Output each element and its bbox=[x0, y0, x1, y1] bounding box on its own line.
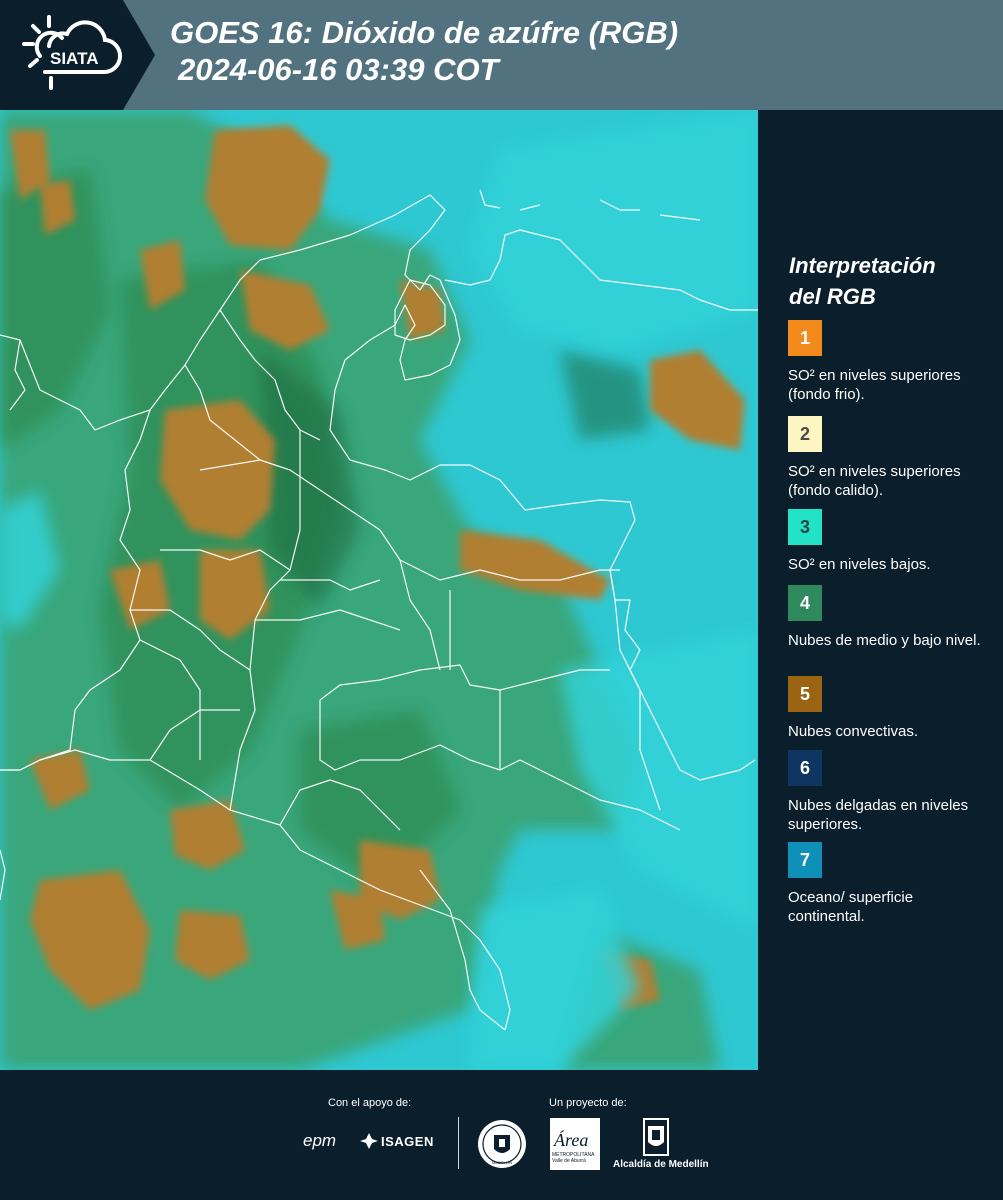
alcaldia-icon bbox=[643, 1118, 669, 1163]
legend-item-2: 2 SO² en niveles superiores (fondo calid… bbox=[788, 416, 993, 504]
isagen-icon bbox=[360, 1133, 378, 1154]
legend-label-7: Oceano/ superficie continental. bbox=[788, 889, 914, 925]
legend-swatch-5: 5 bbox=[788, 676, 822, 712]
legend-swatch-3: 3 bbox=[788, 509, 822, 545]
legend-label-6: Nubes delgadas en niveles superiores. bbox=[788, 797, 969, 833]
legend-label-2: SO² en niveles superiores (fondo calido)… bbox=[788, 463, 961, 499]
legend-swatch-1: 1 bbox=[788, 320, 822, 356]
legend-item-3: 3 SO² en niveles bajos. bbox=[788, 509, 993, 574]
legend-label-5: Nubes convectivas. bbox=[788, 723, 919, 740]
legend-swatch-7: 7 bbox=[788, 842, 822, 878]
logo-wordmark: SIATA bbox=[50, 49, 98, 68]
seal-text: MEDELLÍN bbox=[492, 1160, 512, 1165]
legend-swatch-4: 4 bbox=[788, 585, 822, 621]
page-title: GOES 16: Dióxido de azúfre (RGB) 2024-06… bbox=[170, 14, 678, 88]
footer-bar: Con el apoyo de: Un proyecto de: epm ISA… bbox=[0, 1070, 1003, 1200]
legend-item-5: 5 Nubes convectivas. bbox=[788, 676, 993, 741]
legend-title: Interpretación del RGB bbox=[789, 250, 989, 312]
legend-label-4: Nubes de medio y bajo nivel. bbox=[788, 632, 981, 649]
legend-swatch-2: 2 bbox=[788, 416, 822, 452]
title-product: GOES 16: Dióxido de azúfre (RGB) bbox=[170, 15, 679, 50]
legend-item-4: 4 Nubes de medio y bajo nivel. bbox=[788, 585, 993, 650]
legend-label-3: SO² en niveles bajos. bbox=[788, 556, 931, 573]
project-label: Un proyecto de: bbox=[549, 1097, 627, 1109]
header-bar: SIATA GOES 16: Dióxido de azúfre (RGB) 2… bbox=[0, 0, 1003, 110]
area-logo-subtitle: METROPOLITANA Valle de Aburrá bbox=[552, 1152, 595, 1164]
epm-logo: epm bbox=[303, 1131, 337, 1150]
legend-item-1: 1 SO² en niveles superiores (fondo frio)… bbox=[788, 320, 993, 404]
alcaldia-logo-text: Alcaldía de Medellín bbox=[613, 1159, 709, 1170]
footer-divider bbox=[458, 1117, 459, 1169]
legend-label-1: SO² en niveles superiores (fondo frio). bbox=[788, 367, 961, 403]
legend-item-7: 7 Oceano/ superficie continental. bbox=[788, 842, 993, 926]
support-label: Con el apoyo de: bbox=[328, 1097, 412, 1109]
isagen-logo: ISAGEN bbox=[381, 1134, 434, 1149]
area-logo-wordmark: Área bbox=[554, 1130, 589, 1150]
legend-title-line1: Interpretación bbox=[789, 253, 936, 278]
area-metropolitana-logo: Área METROPOLITANA Valle de Aburrá bbox=[550, 1118, 600, 1170]
satellite-image-map bbox=[0, 110, 758, 1070]
legend-swatch-6: 6 bbox=[788, 750, 822, 786]
siata-logo: SIATA bbox=[0, 0, 155, 110]
legend-title-line2: del RGB bbox=[789, 284, 876, 309]
title-timestamp: 2024-06-16 03:39 COT bbox=[178, 52, 499, 87]
legend-panel: Interpretación del RGB 1 SO² en niveles … bbox=[758, 110, 1003, 1070]
legend-item-6: 6 Nubes delgadas en niveles superiores. bbox=[788, 750, 993, 834]
medellin-seal-icon: MEDELLÍN bbox=[477, 1119, 527, 1174]
